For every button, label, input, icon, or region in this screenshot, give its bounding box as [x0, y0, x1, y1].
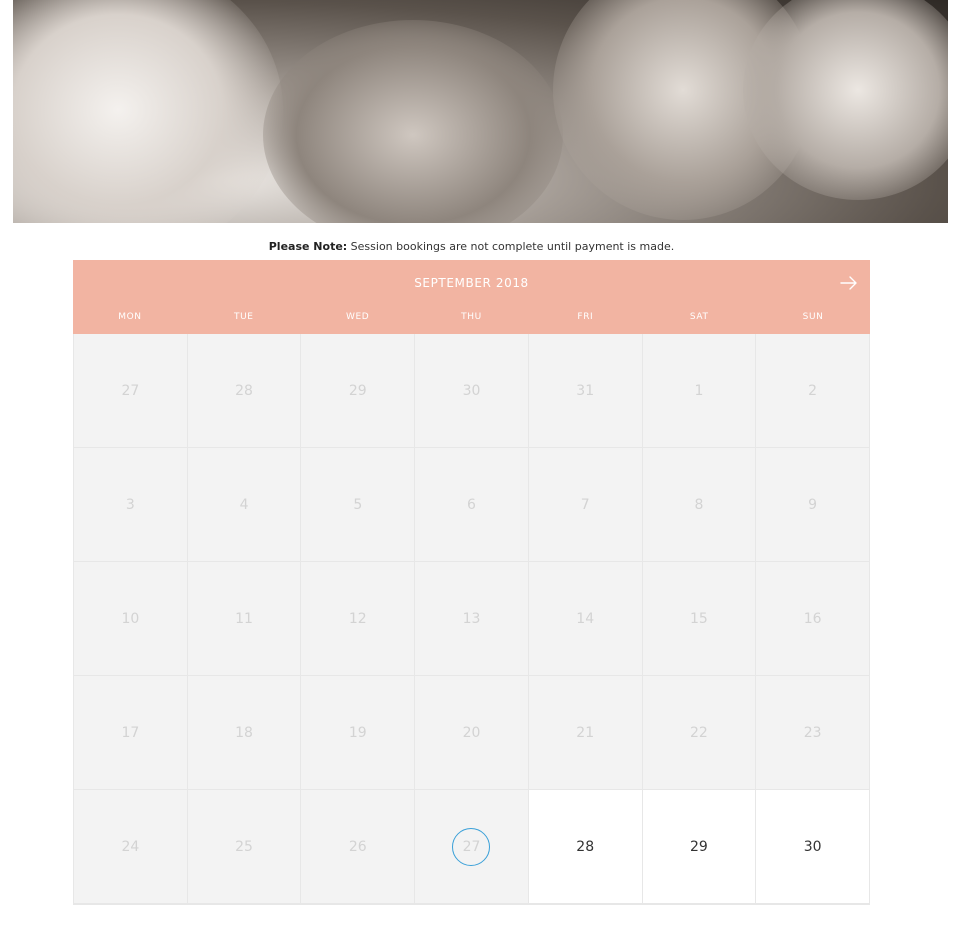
day-cell: 18	[187, 676, 302, 790]
day-number: 27	[121, 382, 140, 399]
day-number: 14	[576, 610, 595, 627]
day-number: 9	[808, 496, 818, 513]
day-cell-today: 27	[415, 790, 529, 904]
day-cell: 14	[528, 562, 643, 676]
day-number: 8	[694, 496, 704, 513]
day-cell: 4	[187, 448, 302, 562]
day-number: 26	[348, 838, 367, 855]
day-number: 6	[467, 496, 476, 513]
day-cell: 12	[301, 562, 416, 676]
weekday-row: MON TUE WED THU FRI SAT SUN	[73, 312, 870, 322]
weekday-label: SAT	[689, 312, 709, 322]
day-number: 16	[803, 610, 822, 627]
day-cell[interactable]: 30	[756, 790, 870, 904]
day-cell: 7	[528, 448, 643, 562]
month-title: SEPTEMBER 2018	[414, 276, 529, 290]
day-number: 18	[235, 724, 253, 741]
day-number: 27	[462, 838, 481, 855]
day-cell: 11	[187, 562, 302, 676]
day-number: 5	[353, 496, 363, 513]
day-number: 30	[462, 382, 481, 399]
day-number: 21	[576, 724, 595, 741]
day-cell: 5	[301, 448, 416, 562]
calendar-grid: 27 28 29 30 31 1 2 3 4 5 6 7 8 9 10 11 12 13 14 15 16 17 18 19 2…	[73, 334, 870, 905]
day-number: 25	[235, 838, 253, 855]
day-cell: 3	[74, 448, 188, 562]
day-cell[interactable]: 29	[642, 790, 757, 904]
day-number: 19	[348, 724, 367, 741]
arrow-right-icon	[840, 276, 857, 290]
day-cell: 2	[756, 334, 870, 448]
day-number: 30	[803, 838, 822, 855]
next-month-button[interactable]	[838, 272, 860, 294]
hero-photo	[13, 0, 948, 223]
day-cell: 1	[642, 334, 757, 448]
day-cell: 10	[74, 562, 188, 676]
day-cell: 6	[415, 448, 529, 562]
day-number: 28	[576, 838, 595, 855]
day-number: 1	[694, 382, 704, 399]
day-number: 22	[690, 724, 708, 741]
note-label: Please Note:	[268, 240, 348, 253]
day-cell: 9	[756, 448, 870, 562]
day-cell: 28	[187, 334, 302, 448]
day-cell: 13	[415, 562, 529, 676]
day-cell: 8	[642, 448, 757, 562]
weekday-label: TUE	[234, 312, 254, 322]
day-number: 4	[239, 496, 249, 513]
day-cell: 26	[301, 790, 416, 904]
day-number: 11	[235, 610, 253, 627]
day-cell: 31	[528, 334, 643, 448]
day-number: 7	[580, 496, 590, 513]
weekday-label: MON	[118, 312, 142, 322]
payment-note: Please Note: Session bookings are not co…	[0, 240, 943, 253]
day-number: 13	[462, 610, 481, 627]
booking-calendar: SEPTEMBER 2018 MON TUE WED THU FRI SAT S…	[73, 260, 870, 905]
day-cell: 17	[74, 676, 188, 790]
day-number: 28	[235, 382, 253, 399]
day-cell: 27	[74, 334, 188, 448]
day-cell: 30	[415, 334, 529, 448]
weekday-label: SUN	[802, 312, 824, 322]
day-cell: 20	[415, 676, 529, 790]
day-cell: 24	[74, 790, 188, 904]
day-cell: 21	[528, 676, 643, 790]
day-cell: 25	[187, 790, 302, 904]
day-cell: 23	[756, 676, 870, 790]
day-number: 20	[462, 724, 481, 741]
day-number: 31	[576, 382, 595, 399]
day-cell: 19	[301, 676, 416, 790]
weekday-label: FRI	[577, 312, 594, 322]
calendar-header: SEPTEMBER 2018 MON TUE WED THU FRI SAT S…	[73, 260, 870, 334]
weekday-label: WED	[345, 312, 370, 322]
weekday-label: THU	[461, 312, 482, 322]
day-number: 2	[808, 382, 818, 399]
day-cell: 16	[756, 562, 870, 676]
day-number: 3	[125, 496, 135, 513]
day-number: 29	[690, 838, 708, 855]
day-number: 23	[803, 724, 822, 741]
day-number: 24	[121, 838, 140, 855]
day-cell: 15	[642, 562, 757, 676]
day-number: 17	[121, 724, 140, 741]
note-text: Session bookings are not complete until …	[347, 240, 675, 253]
day-cell: 29	[301, 334, 416, 448]
day-cell: 22	[642, 676, 757, 790]
day-number: 10	[121, 610, 140, 627]
day-number: 15	[690, 610, 708, 627]
day-cell[interactable]: 28	[528, 790, 643, 904]
day-number: 29	[348, 382, 367, 399]
day-number: 12	[348, 610, 367, 627]
